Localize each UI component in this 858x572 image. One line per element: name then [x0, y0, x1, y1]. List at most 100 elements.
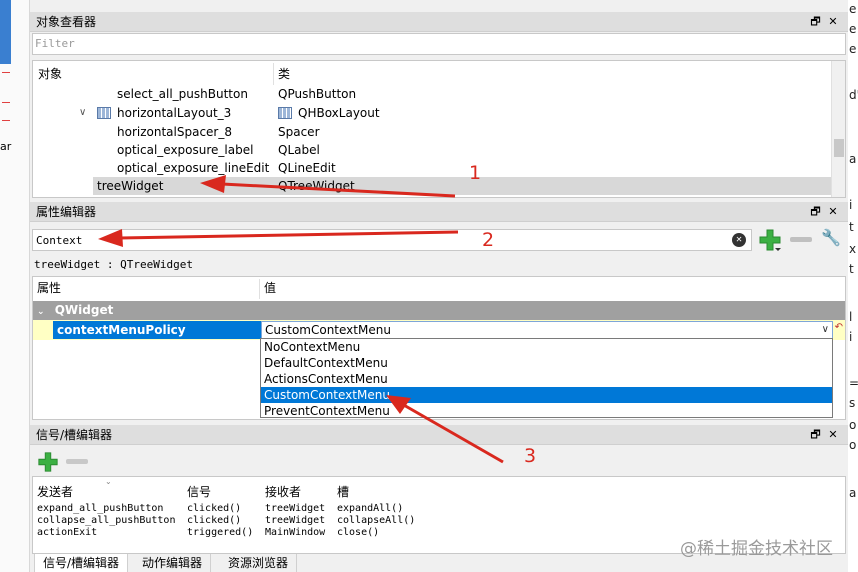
right-edge-char: t — [849, 262, 854, 276]
slot-cell[interactable]: expandAll() — [337, 503, 415, 515]
watermark: @稀土掘金技术社区 — [680, 539, 833, 559]
right-edge-char: i — [849, 198, 853, 212]
close-dock-icon[interactable]: ✕ — [826, 425, 840, 445]
property-class-line: treeWidget : QTreeWidget — [34, 258, 193, 271]
object-tree-scrollbar[interactable] — [831, 61, 845, 197]
object-class: Spacer — [278, 125, 320, 139]
float-dock-icon[interactable]: 🗗 — [809, 12, 823, 32]
annotation-number: 3 — [524, 445, 537, 467]
chevron-down-icon[interactable]: ∨ — [822, 322, 829, 338]
right-edge-char: d' — [849, 88, 858, 102]
object-class: QTreeWidget — [278, 179, 355, 193]
property-name[interactable]: contextMenuPolicy — [53, 321, 261, 339]
tree-row[interactable]: select_all_pushButton QPushButton — [33, 85, 831, 103]
reset-property-icon[interactable]: ↶ — [835, 322, 843, 333]
left-edge-panel: ar — [0, 0, 30, 572]
object-name: horizontalSpacer_8 — [117, 125, 232, 139]
dropdown-option[interactable]: ActionsContextMenu — [261, 371, 832, 387]
property-row[interactable]: contextMenuPolicy CustomContextMenu ∨ ↶ — [33, 320, 845, 340]
tree-row[interactable]: optical_exposure_lineEdit QLineEdit — [33, 159, 831, 177]
tree-row-selected[interactable]: treeWidget QTreeWidget — [93, 177, 831, 195]
tree-row[interactable]: horizontalSpacer_8 Spacer — [33, 123, 831, 141]
tree-row-class-cell: QHBoxLayout — [278, 104, 380, 122]
sender-cell[interactable]: expand_all_pushButton — [37, 503, 175, 515]
add-property-icon[interactable] — [758, 228, 782, 252]
right-edge-char: e — [849, 22, 857, 36]
column-header-signal[interactable]: 信号 — [187, 483, 211, 500]
scrollbar-thumb[interactable] — [834, 139, 844, 157]
right-edge-char: x — [849, 242, 857, 256]
close-dock-icon[interactable]: ✕ — [826, 12, 840, 32]
signal-column: clicked() clicked() triggered() — [187, 503, 253, 539]
float-dock-icon[interactable]: 🗗 — [809, 202, 823, 222]
add-connection-icon[interactable] — [36, 451, 60, 473]
dropdown-option[interactable]: NoContextMenu — [261, 339, 832, 355]
annotation-number: 2 — [482, 229, 495, 251]
slot-cell[interactable]: collapseAll() — [337, 515, 415, 527]
combobox-dropdown-list[interactable]: NoContextMenu DefaultContextMenu Actions… — [260, 338, 833, 418]
tab-action-editor[interactable]: 动作编辑器 — [134, 554, 212, 572]
object-class: QLineEdit — [278, 161, 336, 175]
right-edge-char: l — [849, 310, 853, 324]
column-header-slot[interactable]: 槽 — [337, 483, 349, 500]
tab-signal-slot-editor[interactable]: 信号/槽编辑器 — [34, 554, 129, 572]
signal-cell[interactable]: triggered() — [187, 527, 253, 539]
property-value-combobox[interactable]: CustomContextMenu ∨ — [261, 321, 833, 339]
column-header-receiver[interactable]: 接收者 — [265, 483, 301, 500]
right-edge-char: t — [849, 220, 854, 234]
remove-connection-icon[interactable] — [66, 459, 88, 464]
chevron-down-icon[interactable]: ⌄ — [37, 307, 45, 317]
dropdown-option-selected[interactable]: CustomContextMenu — [261, 387, 832, 403]
left-edge-highlight — [0, 0, 11, 64]
object-class: QPushButton — [278, 87, 357, 101]
sender-cell[interactable]: collapse_all_pushButton — [37, 515, 175, 527]
right-edge-char: i — [849, 330, 853, 344]
column-header-sender[interactable]: 发送者 — [37, 483, 73, 500]
signal-cell[interactable]: clicked() — [187, 515, 253, 527]
column-header-value[interactable]: 值 — [264, 277, 276, 299]
property-group-label: QWidget — [54, 303, 114, 317]
close-dock-icon[interactable]: ✕ — [826, 202, 840, 222]
clear-icon[interactable]: ✕ — [732, 233, 746, 247]
right-edge-code: e e e d' a i t x t i l = s o o a — [848, 0, 858, 572]
tree-row[interactable]: optical_exposure_label QLabel — [33, 141, 831, 159]
combobox-value: CustomContextMenu — [265, 323, 391, 337]
receiver-cell[interactable]: treeWidget — [265, 515, 325, 527]
left-edge-text: ar — [0, 140, 12, 153]
object-filter-input[interactable]: Filter — [32, 33, 846, 55]
signal-cell[interactable]: clicked() — [187, 503, 253, 515]
column-header-class[interactable]: 类 — [278, 61, 290, 87]
dropdown-option[interactable]: DefaultContextMenu — [261, 355, 832, 371]
property-editor-titlebar: 属性编辑器 🗗 ✕ — [30, 202, 848, 222]
object-class: QLabel — [278, 143, 320, 157]
right-edge-char: o — [849, 418, 857, 432]
property-group-row[interactable]: ⌄ QWidget — [33, 301, 845, 320]
slot-cell[interactable]: close() — [337, 527, 415, 539]
property-editor-title: 属性编辑器 — [36, 205, 97, 219]
receiver-cell[interactable]: treeWidget — [265, 503, 325, 515]
object-name: horizontalLayout_3 — [117, 106, 232, 120]
right-edge-char: o — [849, 438, 857, 452]
receiver-cell[interactable]: MainWindow — [265, 527, 325, 539]
object-name: treeWidget — [97, 179, 164, 193]
annotation-number: 1 — [469, 162, 482, 184]
sender-cell[interactable]: actionExit — [37, 527, 175, 539]
object-class: QHBoxLayout — [298, 106, 380, 120]
tree-row[interactable]: ∨ horizontalLayout_3 QHBoxLayout — [33, 104, 831, 122]
object-tree[interactable]: 对象 类 select_all_pushButton QPushButton ∨… — [32, 60, 846, 198]
object-inspector-titlebar: 对象查看器 🗗 ✕ — [30, 12, 848, 32]
chevron-down-icon[interactable]: ∨ — [79, 104, 86, 122]
tab-resource-browser[interactable]: 资源浏览器 — [220, 554, 298, 572]
column-header-object[interactable]: 对象 — [38, 61, 62, 87]
property-filter-input[interactable]: Context ✕ — [32, 229, 752, 251]
receiver-column: treeWidget treeWidget MainWindow — [265, 503, 325, 539]
right-edge-char: e — [849, 42, 857, 56]
wrench-icon[interactable]: 🔧 — [818, 228, 844, 252]
remove-property-icon[interactable] — [790, 237, 812, 242]
hbox-layout-icon — [97, 107, 111, 119]
dropdown-option[interactable]: PreventContextMenu — [261, 403, 832, 419]
column-header-property[interactable]: 属性 — [37, 277, 61, 299]
right-edge-char: s — [849, 396, 856, 410]
right-edge-char: a — [849, 152, 857, 166]
float-dock-icon[interactable]: 🗗 — [809, 425, 823, 445]
